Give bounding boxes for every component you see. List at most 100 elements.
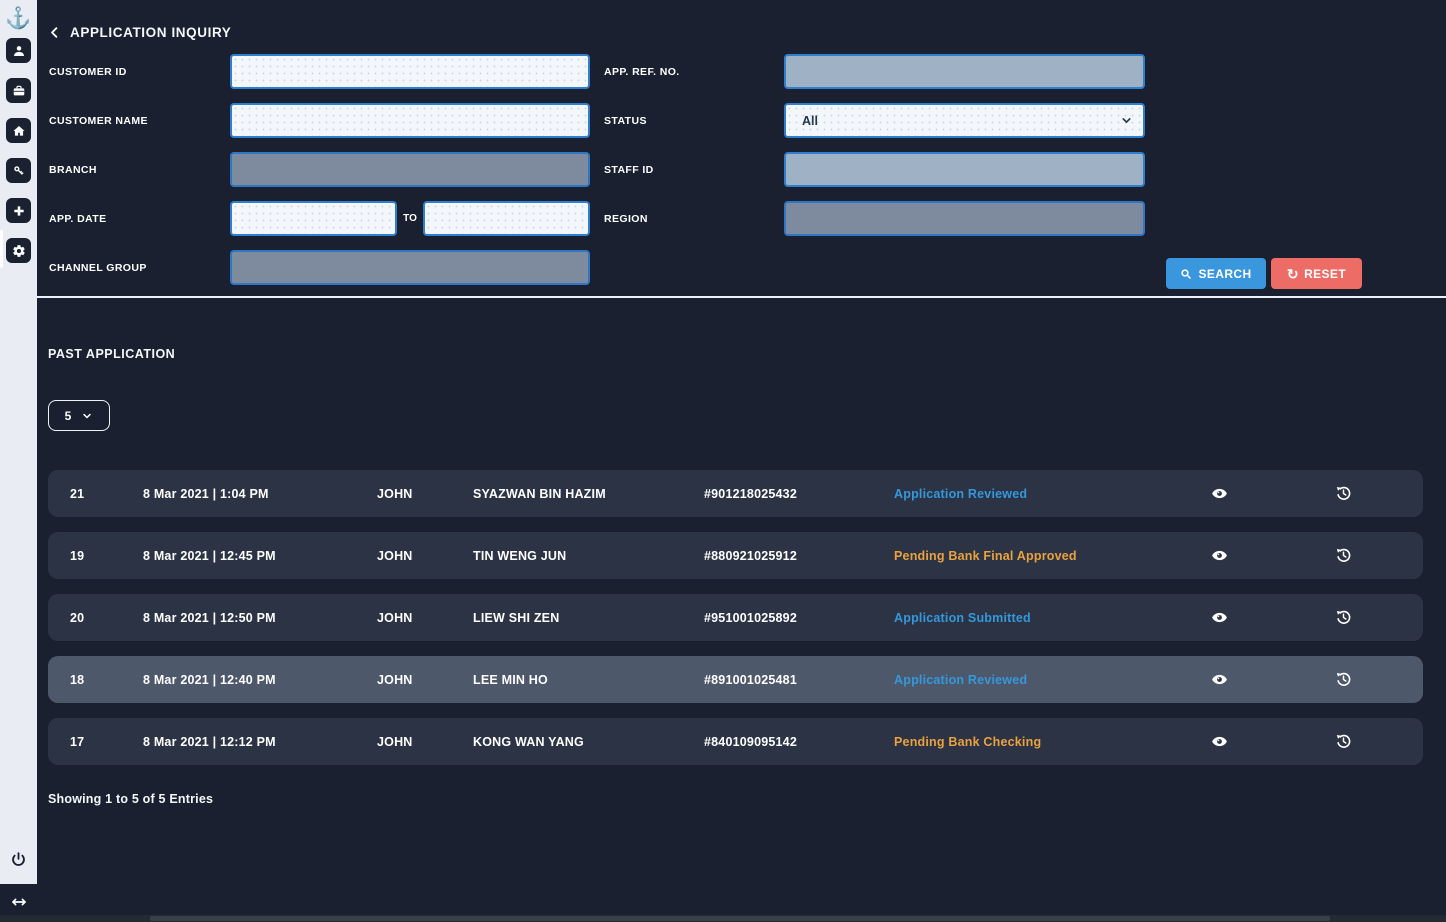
eye-icon	[1211, 733, 1228, 750]
customer-name-label: CUSTOMER NAME	[48, 115, 230, 127]
reset-button-label: RESET	[1304, 267, 1346, 281]
back-button[interactable]	[48, 24, 66, 40]
history-icon	[1335, 671, 1352, 688]
branch-input	[230, 152, 590, 187]
page-size-select[interactable]: 5	[48, 400, 110, 431]
eye-icon	[1211, 485, 1228, 502]
region-input	[784, 201, 1145, 236]
search-button[interactable]: SEARCH	[1166, 258, 1266, 289]
application-inquiry-panel: APPLICATION INQUIRY CUSTOMER ID APP. REF…	[37, 0, 1446, 298]
sidebar-item-settings[interactable]	[6, 238, 31, 263]
app-date-to-input[interactable]	[423, 201, 590, 236]
plus-icon	[12, 204, 26, 218]
horizontal-scrollbar[interactable]	[0, 915, 1446, 922]
app-date-from-input[interactable]	[230, 201, 397, 236]
past-application-panel: PAST APPLICATION 5 21 8 Mar 2021 | 1:04 …	[37, 298, 1446, 806]
row-status: Application Reviewed	[894, 673, 1174, 687]
eye-icon	[1211, 609, 1228, 626]
region-label: REGION	[604, 213, 784, 225]
row-status: Pending Bank Final Approved	[894, 549, 1174, 563]
channel-group-input	[230, 250, 590, 285]
section-header: APPLICATION INQUIRY	[48, 24, 1446, 40]
eye-icon	[1211, 671, 1228, 688]
sidebar-item-home[interactable]	[6, 118, 31, 143]
row-datetime: 8 Mar 2021 | 12:45 PM	[143, 549, 377, 563]
row-reference-number: #891001025481	[704, 673, 894, 687]
history-button[interactable]	[1332, 606, 1356, 630]
row-customer-name: KONG WAN YANG	[473, 735, 704, 749]
key-icon	[12, 164, 26, 178]
past-application-title: PAST APPLICATION	[48, 347, 1446, 361]
active-nav-indicator	[0, 230, 3, 268]
view-button[interactable]	[1207, 544, 1231, 568]
sidebar-item-user[interactable]	[6, 38, 31, 63]
page-title: APPLICATION INQUIRY	[70, 25, 231, 40]
history-icon	[1335, 547, 1352, 564]
row-status: Pending Bank Checking	[894, 735, 1174, 749]
status-select[interactable]: All	[784, 103, 1145, 138]
history-button[interactable]	[1332, 730, 1356, 754]
scrollbar-thumb[interactable]	[150, 916, 1330, 921]
sidebar: ⚓	[0, 0, 37, 884]
page-size-value: 5	[65, 409, 72, 423]
table-row[interactable]: 18 8 Mar 2021 | 12:40 PM JOHN LEE MIN HO…	[48, 656, 1423, 703]
history-button[interactable]	[1332, 482, 1356, 506]
row-agent: JOHN	[377, 611, 473, 625]
reset-icon: ↻	[1287, 267, 1299, 281]
briefcase-icon	[12, 84, 26, 98]
view-button[interactable]	[1207, 730, 1231, 754]
row-datetime: 8 Mar 2021 | 12:12 PM	[143, 735, 377, 749]
view-button[interactable]	[1207, 668, 1231, 692]
row-datetime: 8 Mar 2021 | 12:40 PM	[143, 673, 377, 687]
search-button-label: SEARCH	[1198, 267, 1251, 281]
row-customer-name: LIEW SHI ZEN	[473, 611, 704, 625]
history-button[interactable]	[1332, 668, 1356, 692]
entries-summary: Showing 1 to 5 of 5 Entries	[48, 792, 1446, 806]
history-button[interactable]	[1332, 544, 1356, 568]
history-icon	[1335, 733, 1352, 750]
status-select-value: All	[786, 114, 818, 128]
row-reference-number: #880921025912	[704, 549, 894, 563]
customer-id-input[interactable]	[230, 54, 590, 89]
row-id: 21	[70, 487, 143, 501]
row-agent: JOHN	[377, 549, 473, 563]
table-row[interactable]: 21 8 Mar 2021 | 1:04 PM JOHN SYAZWAN BIN…	[48, 470, 1423, 517]
staff-id-input	[784, 152, 1145, 187]
reset-button[interactable]: ↻ RESET	[1271, 258, 1362, 289]
chevron-left-icon	[48, 26, 61, 39]
table-row[interactable]: 20 8 Mar 2021 | 12:50 PM JOHN LIEW SHI Z…	[48, 594, 1423, 641]
to-label: TO	[397, 213, 423, 224]
chevron-down-icon	[81, 410, 93, 422]
row-customer-name: SYAZWAN BIN HAZIM	[473, 487, 704, 501]
user-icon	[12, 44, 26, 58]
search-icon	[1180, 268, 1198, 280]
sidebar-item-key[interactable]	[6, 158, 31, 183]
arrows-horizontal-icon	[10, 896, 28, 908]
customer-name-input[interactable]	[230, 103, 590, 138]
row-id: 19	[70, 549, 143, 563]
brand-anchor-logo-icon: ⚓	[5, 4, 33, 32]
power-icon	[10, 851, 27, 868]
sidebar-item-add[interactable]	[6, 198, 31, 223]
row-status: Application Reviewed	[894, 487, 1174, 501]
applications-list: 21 8 Mar 2021 | 1:04 PM JOHN SYAZWAN BIN…	[48, 470, 1423, 765]
row-agent: JOHN	[377, 735, 473, 749]
chevron-down-icon	[1120, 114, 1133, 127]
table-row[interactable]: 17 8 Mar 2021 | 12:12 PM JOHN KONG WAN Y…	[48, 718, 1423, 765]
view-button[interactable]	[1207, 482, 1231, 506]
logout-power-button[interactable]	[8, 848, 30, 870]
row-agent: JOHN	[377, 673, 473, 687]
sidebar-item-briefcase[interactable]	[6, 78, 31, 103]
row-status: Application Submitted	[894, 611, 1174, 625]
row-agent: JOHN	[377, 487, 473, 501]
view-button[interactable]	[1207, 606, 1231, 630]
eye-icon	[1211, 547, 1228, 564]
table-row[interactable]: 19 8 Mar 2021 | 12:45 PM JOHN TIN WENG J…	[48, 532, 1423, 579]
app-ref-no-input	[784, 54, 1145, 89]
row-id: 20	[70, 611, 143, 625]
history-icon	[1335, 609, 1352, 626]
row-datetime: 8 Mar 2021 | 12:50 PM	[143, 611, 377, 625]
row-id: 18	[70, 673, 143, 687]
sidebar-expand-handle[interactable]	[8, 894, 30, 910]
row-reference-number: #901218025432	[704, 487, 894, 501]
